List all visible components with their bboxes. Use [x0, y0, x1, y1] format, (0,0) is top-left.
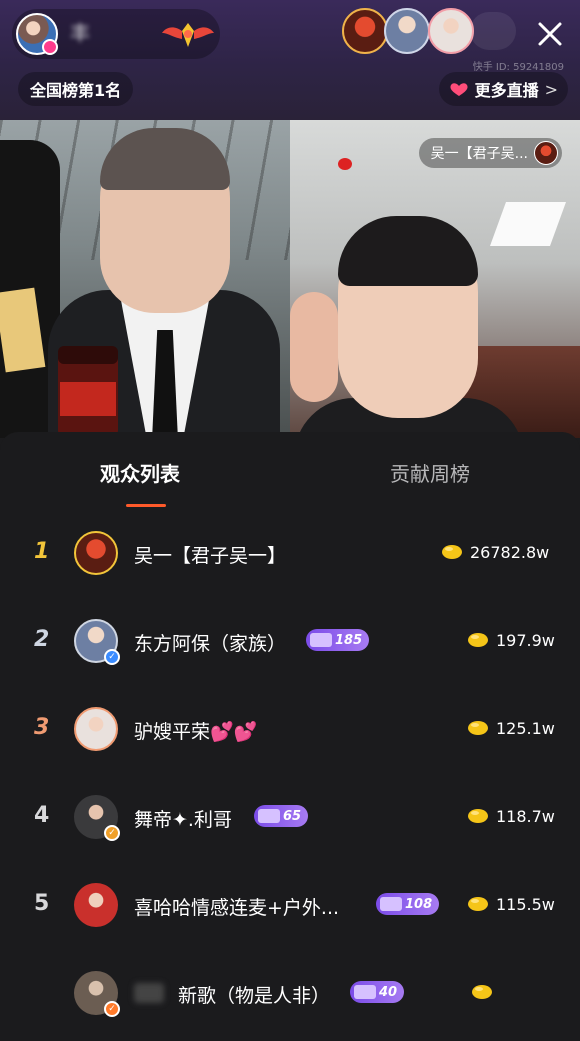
chevron-right-icon: >: [544, 79, 558, 99]
blurred-emblem: [134, 983, 164, 1003]
live-header: 丰 快手 ID: 59241809 全国榜第1名 更多直播 >: [0, 0, 580, 120]
list-item[interactable]: 5 喜哈哈情感连麦+户外... 108 115.5w: [0, 861, 580, 949]
list-item[interactable]: 1 吴一【君子吴一】 26782.8w: [0, 509, 580, 597]
level-badge: 185: [306, 629, 370, 651]
level-badge-icon: [354, 985, 376, 999]
level-badge: 65: [254, 805, 309, 827]
more-live-button[interactable]: 更多直播 >: [438, 72, 568, 106]
top-viewer-avatar-1[interactable]: [342, 8, 388, 54]
rank-number: 5: [34, 891, 50, 916]
top-viewer-avatar-3[interactable]: [428, 8, 474, 54]
level-badge-icon: [310, 633, 332, 647]
sauce-jar-lid: [58, 346, 118, 364]
host-live-badge: [42, 39, 58, 55]
crown-wing-icon: [162, 23, 214, 47]
user-name: 吴一【君子吴一】: [134, 545, 287, 567]
contribution-score: 197.9w: [496, 631, 555, 650]
viewer-count-pill[interactable]: [470, 12, 516, 50]
coin-icon: [472, 985, 492, 999]
panel-tabs: 观众列表 贡献周榜: [0, 432, 580, 512]
level-number: 40: [379, 984, 398, 1000]
user-name: 舞帝✦.利哥: [134, 809, 232, 831]
coin-icon: [468, 721, 488, 735]
contribution-score: 115.5w: [496, 895, 555, 914]
rank-number: 1: [34, 539, 50, 564]
coin-icon: [442, 545, 462, 559]
avatar[interactable]: [74, 707, 118, 751]
host-video[interactable]: [0, 120, 290, 438]
rank-number: 3: [34, 715, 50, 740]
level-number: 108: [405, 896, 433, 912]
guest-name-tag[interactable]: 吴一【君子吴...: [418, 138, 562, 168]
tab-underline: [126, 504, 166, 507]
coin-icon: [468, 897, 488, 911]
contribution-score: 26782.8w: [470, 543, 550, 562]
ceiling-light: [489, 202, 567, 246]
avatar[interactable]: [74, 883, 118, 927]
user-name: 驴嫂平荣💕💕: [134, 721, 258, 743]
red-light: [338, 158, 352, 170]
live-video-area[interactable]: 吴一【君子吴...: [0, 120, 580, 438]
level-number: 65: [283, 808, 302, 824]
top-viewers[interactable]: [338, 6, 518, 58]
guest-name-label: 吴一【君子吴...: [430, 146, 528, 162]
verified-icon: ✓: [104, 1001, 120, 1017]
tab-audience-list[interactable]: 观众列表: [100, 458, 180, 487]
more-live-icon: [450, 83, 468, 96]
rank-number: 4: [34, 803, 50, 828]
more-live-label: 更多直播: [474, 81, 539, 100]
list-item[interactable]: ✓ 新歌（物是人非） 40: [0, 949, 580, 1037]
guest-tag-avatar: [534, 141, 558, 165]
level-number: 185: [335, 632, 363, 648]
guest-video[interactable]: 吴一【君子吴...: [290, 120, 580, 438]
close-icon: [538, 22, 562, 46]
national-rank-button[interactable]: 全国榜第1名: [18, 72, 134, 106]
rank-number: 2: [34, 627, 50, 652]
list-item[interactable]: 3 驴嫂平荣💕💕 125.1w: [0, 685, 580, 773]
user-name: 新歌（物是人非）: [178, 985, 331, 1007]
contribution-score: 125.1w: [496, 719, 555, 738]
coin-icon: [468, 633, 488, 647]
avatar[interactable]: [74, 531, 118, 575]
verified-icon: ✓: [104, 825, 120, 841]
contribution-score: 118.7w: [496, 807, 555, 826]
tab-weekly-contribution[interactable]: 贡献周榜: [390, 458, 470, 487]
audience-panel: 观众列表 贡献周榜 1 吴一【君子吴一】 26782.8w 2 ✓ 东方阿保（家…: [0, 432, 580, 1041]
top-viewer-avatar-2[interactable]: [384, 8, 430, 54]
national-rank-label: 全国榜第1名: [30, 81, 122, 100]
host-info[interactable]: 丰: [12, 9, 220, 59]
level-badge-icon: [258, 809, 280, 823]
room-id: 快手 ID: 59241809: [472, 62, 564, 73]
host-name: 丰: [70, 21, 92, 45]
guest-hair: [338, 216, 478, 286]
verified-icon: ✓: [104, 649, 120, 665]
close-button[interactable]: [528, 12, 572, 56]
user-name: 喜哈哈情感连麦+户外...: [134, 897, 340, 919]
user-name: 东方阿保（家族）: [134, 633, 287, 655]
background-person: [290, 292, 338, 402]
list-item[interactable]: 4 ✓ 舞帝✦.利哥 65 118.7w: [0, 773, 580, 861]
list-item[interactable]: 2 ✓ 东方阿保（家族） 185 197.9w: [0, 597, 580, 685]
level-badge-icon: [380, 897, 402, 911]
sauce-jar-label: [60, 382, 116, 416]
level-badge: 40: [350, 981, 405, 1003]
coin-icon: [468, 809, 488, 823]
level-badge: 108: [376, 893, 440, 915]
